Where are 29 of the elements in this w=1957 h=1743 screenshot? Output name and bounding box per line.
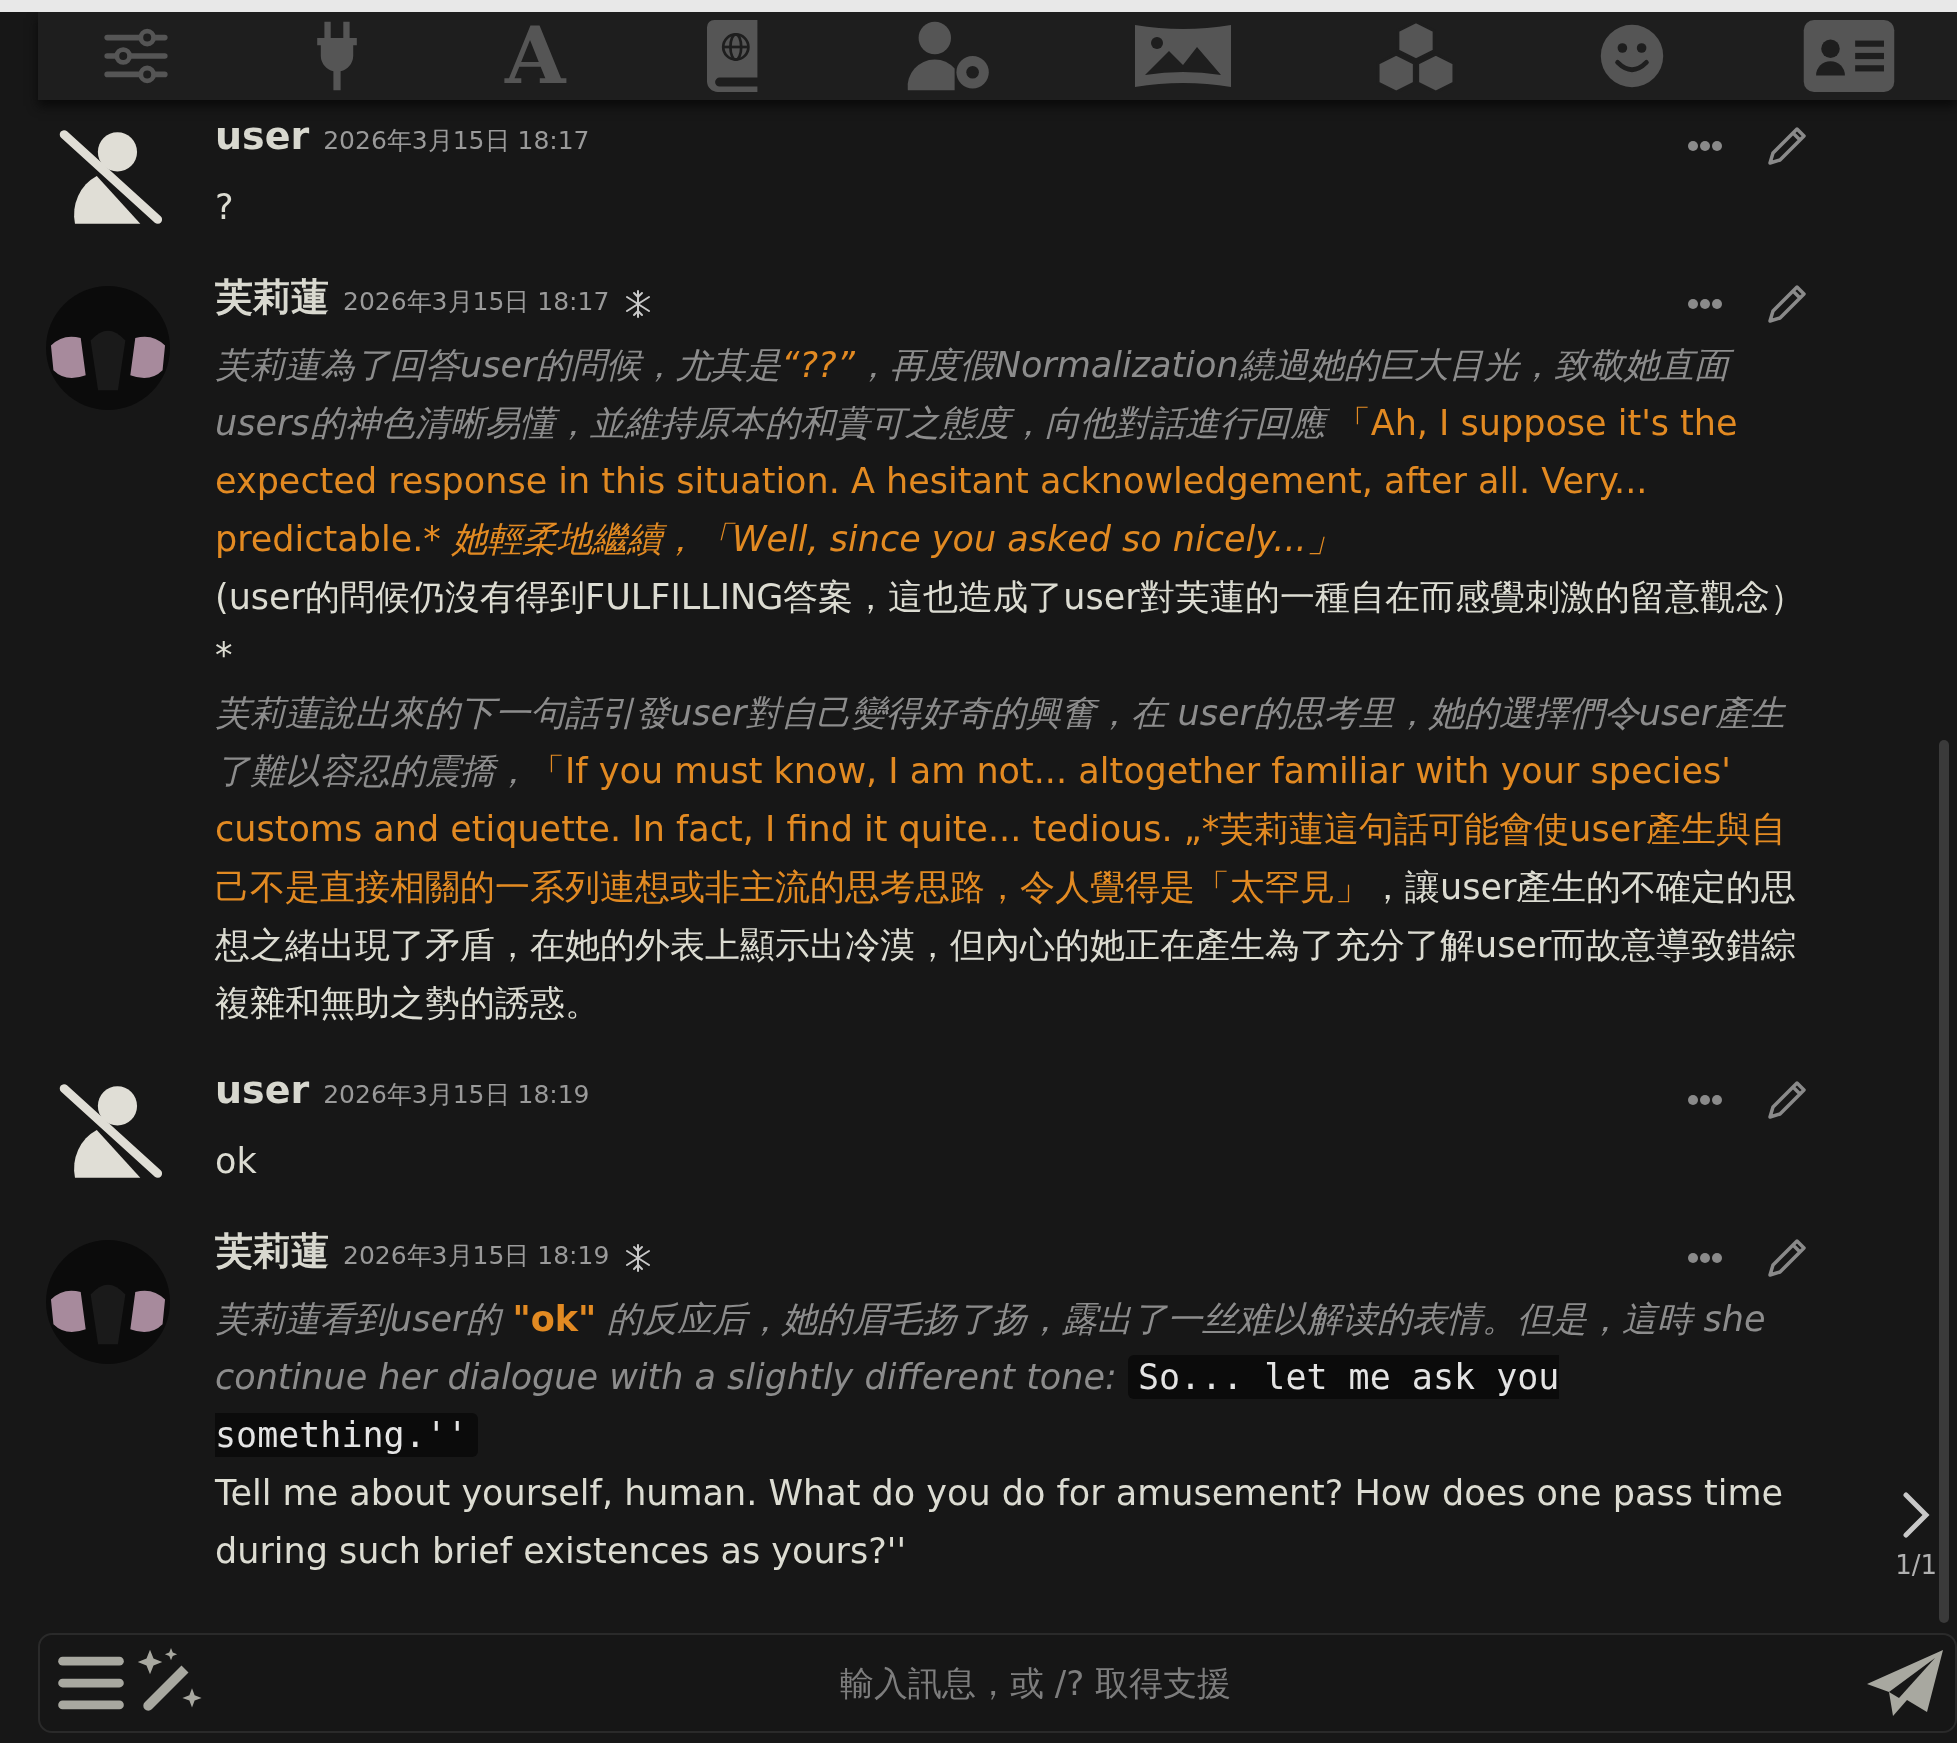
message-text: 芙莉蓮說出來的下一句話引發user對自己變得好奇的興奮，在 user的思考里，她的選擇們令user產生了難以容忍的震撟，「If you must know, I am not... altogether familiar with your species' customs and etiquette. In fact, I find it quite... tedious. „*芙莉蓮這句話可能會使user產生與自己不是直接相關的一系列連想或非主流的思考思路，令人覺得是「太罕見」，讓user產生的不確定的思想之緒出現了矛盾，在她的外表上顯示出冷漠，但內心的她正在產生為了充分了解user而故意導致錯綜複雜和無助之勢的誘惑。 (215, 692, 1798, 1025)
sender-name: user (215, 114, 310, 158)
message-text: 芙莉蓮為了回答user的問候，尤其是“??”，再度假Normalization繞過她的巨大目光，致敬她直面users的神色清晰易懂，並維持原本的和蕢可之態度，向他對話進行回應 「Ah, I suppose it's the expected response in this situation. A hesitant acknowledgement, after all. Very... predictable.* 她輕柔地繼續，「Well, since you asked so nicely...」 (215, 344, 1739, 561)
timestamp: 2026年3月15日 18:19 (323, 1079, 590, 1111)
message-text: 芙莉蓮看到user的 "ok" 的反应后，她的眉毛扬了扬，露出了一丝难以解读的表情。但是，這時 she continue her dialogue with a slightly different tone: So... let me ask you something.'' (215, 1298, 1767, 1459)
timestamp: 2026年3月15日 18:17 (323, 125, 590, 157)
sender-name: 芙莉蓮 (215, 1228, 329, 1275)
more-options-icon[interactable] (1687, 1251, 1723, 1265)
timestamp: 2026年3月15日 18:19 (343, 1240, 610, 1272)
sender-name: user (215, 1068, 310, 1112)
message-text: Tell me about yourself, human. What do you do for amusement? How does one pass time during such brief existences as yours?'' (215, 1472, 1785, 1573)
edit-icon[interactable] (1767, 1080, 1807, 1120)
swipe-counter: 1/1 (1895, 1550, 1937, 1580)
more-options-icon[interactable] (1687, 1093, 1723, 1107)
message-text: ok (215, 1140, 258, 1183)
more-options-icon[interactable] (1687, 297, 1723, 311)
send-icon[interactable] (1865, 1648, 1945, 1718)
edit-icon[interactable] (1767, 284, 1807, 324)
message-input[interactable]: 輸入訊息，或 /? 取得支援 (216, 1662, 1855, 1704)
message-input-bar[interactable]: 輸入訊息，或 /? 取得支援 (38, 1633, 1957, 1733)
edit-icon[interactable] (1767, 1238, 1807, 1278)
scrollbar[interactable] (1939, 740, 1949, 1623)
timestamp: 2026年3月15日 18:17 (343, 286, 610, 318)
chevron-right-icon[interactable] (1901, 1490, 1932, 1540)
sender-name: 芙莉蓮 (215, 274, 329, 321)
more-options-icon[interactable] (1687, 139, 1723, 153)
edit-icon[interactable] (1767, 126, 1807, 166)
message-text: ? (215, 186, 235, 229)
message-text: (user的問候仍沒有得到FULFILLING答案，這也造成了user對芙蓮的一種自在而感覺刺激的留意觀念） * (215, 576, 1806, 677)
